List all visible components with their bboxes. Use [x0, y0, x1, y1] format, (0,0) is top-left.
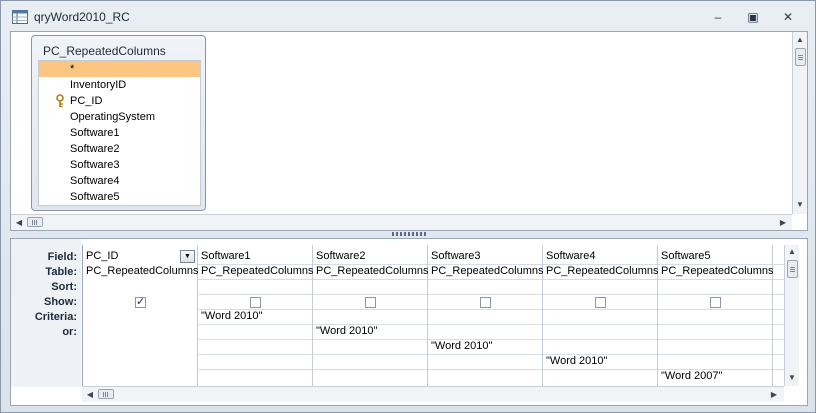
query-icon [12, 10, 28, 24]
lower-vertical-scroll-thumb[interactable] [787, 260, 798, 278]
row-label-show: Show: [44, 296, 77, 308]
field-label: Software4 [70, 175, 120, 187]
row-label-sort: Sort: [51, 281, 77, 293]
pane-splitter[interactable] [10, 231, 808, 238]
query-design-grid[interactable]: PC_ID ▼ PC_RepeatedColumns Software1 PC_… [82, 245, 787, 386]
field-list[interactable]: * InventoryID PC_ID OperatingSystem Soft… [38, 60, 201, 206]
field-list-item[interactable]: * [39, 61, 200, 77]
grid-column-software3[interactable]: Software3 PC_RepeatedColumns "Word 2010" [428, 245, 543, 386]
table-cell[interactable]: PC_RepeatedColumns [313, 264, 428, 279]
window-title: qryWord2010_RC [34, 10, 130, 24]
query-window: qryWord2010_RC – ▣ ✕ PC_RepeatedColumns … [0, 0, 816, 413]
field-cell[interactable]: Software4 [543, 249, 658, 264]
upper-horizontal-scroll-thumb[interactable] [27, 217, 43, 227]
grid-column-pc-id[interactable]: PC_ID ▼ PC_RepeatedColumns [83, 245, 198, 386]
field-list-item[interactable]: Software4 [39, 173, 200, 189]
scroll-up-arrow-icon[interactable]: ▲ [793, 33, 807, 47]
field-dropdown-arrow-icon[interactable]: ▼ [180, 250, 195, 263]
grid-column-software4[interactable]: Software4 PC_RepeatedColumns "Word 2010" [543, 245, 658, 386]
row-label-table: Table: [45, 266, 77, 278]
field-list-item[interactable]: Software2 [39, 141, 200, 157]
or-cell[interactable]: "Word 2007" [658, 369, 773, 384]
grid-column-software2[interactable]: Software2 PC_RepeatedColumns "Word 2010" [313, 245, 428, 386]
field-label: Software2 [70, 143, 120, 155]
table-cell[interactable]: PC_RepeatedColumns [83, 264, 198, 279]
field-cell[interactable]: Software1 [198, 249, 313, 264]
field-label: * [70, 63, 75, 75]
grid-row-labels: Field: Table: Sort: Show: Criteria: or: [11, 239, 81, 387]
field-label: PC_ID [70, 95, 103, 107]
row-label-or: or: [62, 326, 77, 338]
lower-horizontal-scrollbar[interactable]: ◀ ▶ [82, 386, 784, 402]
table-diagram-pane[interactable]: PC_RepeatedColumns * InventoryID PC_ID O… [10, 31, 808, 231]
field-cell[interactable]: Software2 [313, 249, 428, 264]
close-button[interactable]: ✕ [780, 10, 796, 24]
scroll-left-arrow-icon[interactable]: ◀ [12, 216, 26, 230]
row-label-criteria: Criteria: [34, 311, 77, 323]
field-list-item[interactable]: Software5 [39, 189, 200, 205]
field-label: InventoryID [70, 79, 127, 91]
field-label: Software1 [70, 127, 120, 139]
minimize-button[interactable]: – [710, 10, 726, 24]
field-label: OperatingSystem [70, 111, 155, 123]
scroll-left-arrow-icon[interactable]: ◀ [83, 388, 97, 402]
table-field-list-box[interactable]: PC_RepeatedColumns * InventoryID PC_ID O… [31, 35, 206, 211]
grid-column-software1[interactable]: Software1 PC_RepeatedColumns "Word 2010" [198, 245, 313, 386]
design-grid-pane[interactable]: Field: Table: Sort: Show: Criteria: or: … [10, 238, 808, 406]
primary-key-icon [56, 94, 64, 108]
upper-vertical-scrollbar[interactable]: ▲ ▼ [792, 32, 807, 214]
row-label-field: Field: [47, 251, 77, 263]
table-box-title: PC_RepeatedColumns [43, 44, 166, 58]
scroll-down-arrow-icon[interactable]: ▼ [785, 371, 799, 385]
show-checkbox[interactable] [710, 297, 721, 308]
lower-horizontal-scroll-thumb[interactable] [98, 389, 114, 399]
show-checkbox[interactable] [480, 297, 491, 308]
show-checkbox[interactable] [595, 297, 606, 308]
show-checkbox[interactable] [365, 297, 376, 308]
lower-vertical-scrollbar[interactable]: ▲ ▼ [784, 245, 799, 386]
criteria-cell[interactable]: "Word 2010" [198, 309, 313, 324]
field-list-item[interactable]: Software1 [39, 125, 200, 141]
field-list-item[interactable]: InventoryID [39, 77, 200, 93]
grid-column-software5[interactable]: Software5 PC_RepeatedColumns "Word 2007" [658, 245, 773, 386]
or-cell[interactable]: "Word 2010" [428, 339, 543, 354]
table-cell[interactable]: PC_RepeatedColumns [428, 264, 543, 279]
field-cell[interactable]: Software3 [428, 249, 543, 264]
upper-vertical-scroll-thumb[interactable] [795, 48, 806, 66]
table-cell[interactable]: PC_RepeatedColumns [198, 264, 313, 279]
field-label: Software5 [70, 191, 120, 203]
splitter-grip-icon[interactable] [392, 232, 426, 236]
field-label: Software3 [70, 159, 120, 171]
scroll-down-arrow-icon[interactable]: ▼ [793, 198, 807, 212]
field-cell[interactable]: Software5 [658, 249, 773, 264]
show-checkbox[interactable] [250, 297, 261, 308]
or-cell[interactable]: "Word 2010" [543, 354, 658, 369]
field-list-item[interactable]: PC_ID [39, 93, 200, 109]
title-bar[interactable]: qryWord2010_RC – ▣ ✕ [1, 1, 815, 31]
upper-horizontal-scrollbar[interactable]: ◀ ▶ [11, 214, 792, 230]
scroll-right-arrow-icon[interactable]: ▶ [767, 388, 781, 402]
table-cell[interactable]: PC_RepeatedColumns [658, 264, 773, 279]
table-cell[interactable]: PC_RepeatedColumns [543, 264, 658, 279]
or-cell[interactable]: "Word 2010" [313, 324, 428, 339]
field-list-item[interactable]: OperatingSystem [39, 109, 200, 125]
restore-button[interactable]: ▣ [745, 10, 761, 24]
scroll-up-arrow-icon[interactable]: ▲ [785, 245, 799, 259]
field-cell[interactable]: PC_ID [83, 249, 179, 264]
field-list-item[interactable]: Software3 [39, 157, 200, 173]
show-checkbox[interactable] [135, 295, 146, 308]
scroll-right-arrow-icon[interactable]: ▶ [776, 216, 790, 230]
